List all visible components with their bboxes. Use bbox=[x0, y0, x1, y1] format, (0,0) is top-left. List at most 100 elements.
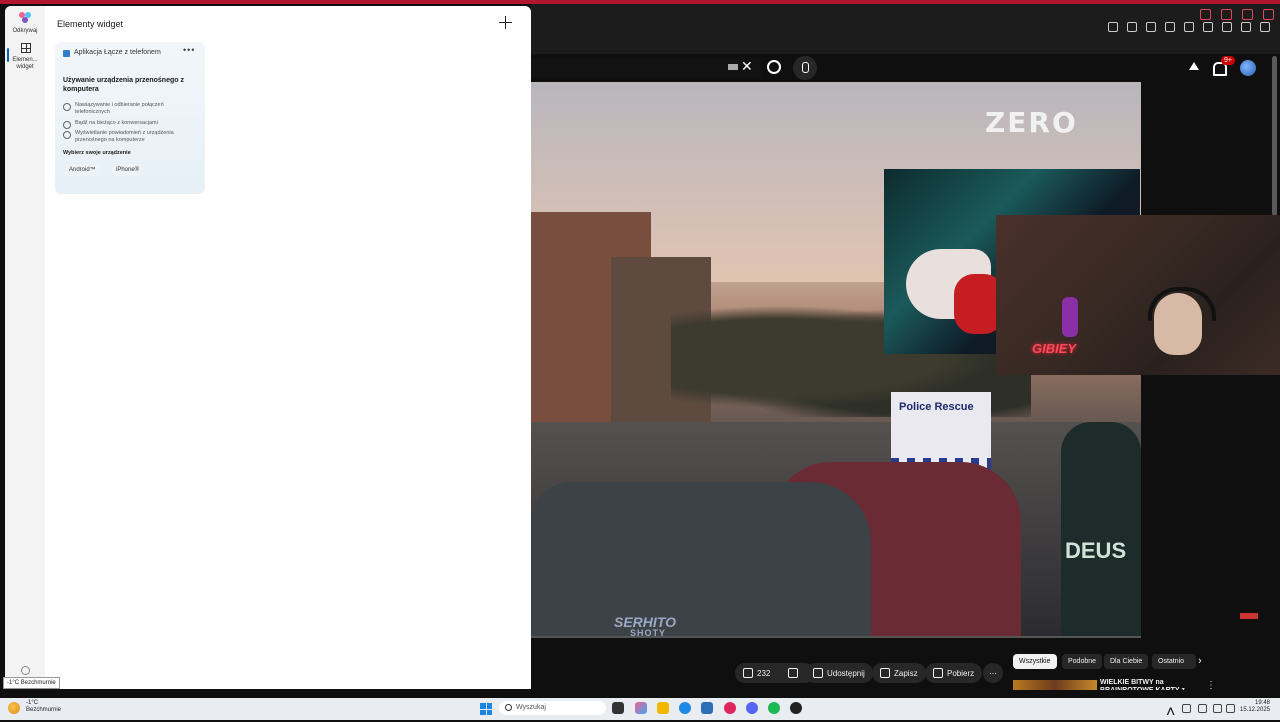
shirt-text: DEUS bbox=[1065, 538, 1127, 563]
temperature: -1°C bbox=[26, 700, 39, 706]
box-icon[interactable] bbox=[1222, 22, 1232, 32]
feature-text: Nawiązywanie i odbieranie połączeń telef… bbox=[75, 102, 164, 115]
chip-related[interactable]: Podobne bbox=[1062, 654, 1103, 669]
phone-link-widget[interactable]: Aplikacja Łącze z telefonem ••• Używanie… bbox=[55, 42, 205, 194]
android-button[interactable]: Android™ bbox=[65, 164, 100, 176]
widget-heading: Używanie urządzenia przenośnego z komput… bbox=[63, 77, 184, 93]
chip-for-you[interactable]: Dla Ciebie bbox=[1104, 654, 1149, 669]
task-view-icon[interactable] bbox=[612, 702, 624, 714]
download-icon[interactable] bbox=[1241, 22, 1251, 32]
youtube-search-input[interactable] bbox=[531, 58, 761, 78]
date: 15.12.2025 bbox=[1240, 707, 1271, 713]
neon-sign: GIBIEY bbox=[1032, 341, 1077, 356]
browser-search-icon[interactable] bbox=[1200, 9, 1211, 20]
message-icon bbox=[63, 121, 71, 129]
discord-icon[interactable] bbox=[746, 702, 758, 714]
opera-gx-icon[interactable] bbox=[724, 702, 736, 714]
network-tray-icon[interactable] bbox=[1182, 704, 1191, 713]
choose-device-label: Wybierz swoje urządzenie bbox=[63, 150, 131, 156]
bookmark-icon[interactable] bbox=[1108, 22, 1118, 32]
more-actions-button[interactable]: ⋯ bbox=[983, 663, 1003, 683]
avatar[interactable] bbox=[1240, 60, 1256, 76]
share-button[interactable]: Udostępnij bbox=[805, 663, 873, 683]
suggestion-menu-icon[interactable]: ⋮ bbox=[1206, 680, 1216, 691]
minimize-icon[interactable] bbox=[1221, 9, 1232, 20]
weather-condition: Bezchmurnie bbox=[26, 707, 62, 713]
download-label: Pobierz bbox=[947, 668, 975, 678]
shield-icon[interactable] bbox=[1146, 22, 1156, 32]
play-icon[interactable] bbox=[1165, 22, 1175, 32]
store-icon[interactable] bbox=[701, 702, 713, 714]
windows-start-icon[interactable] bbox=[480, 703, 492, 715]
weather-icon[interactable] bbox=[8, 702, 20, 714]
page-title: Elementy widget bbox=[57, 19, 124, 29]
window-controls bbox=[1200, 9, 1274, 20]
iphone-button[interactable]: iPhone® bbox=[112, 164, 144, 176]
youtube-header: ✕ 9+ bbox=[531, 54, 1280, 82]
phone-icon bbox=[63, 103, 71, 111]
clear-search-icon[interactable]: ✕ bbox=[741, 58, 753, 75]
live-badge bbox=[1240, 613, 1258, 619]
close-icon[interactable] bbox=[1263, 9, 1274, 20]
widgets-label[interactable]: Elemen... bbox=[5, 57, 45, 64]
chevron-right-icon[interactable]: › bbox=[1198, 655, 1202, 667]
suggestion-title[interactable]: WIELKIE BITWY na BRAINROTOWE KARTY z bbox=[1100, 679, 1190, 690]
weather-widget[interactable]: -1°C Bezchmurnie bbox=[26, 700, 61, 714]
tab-icon[interactable] bbox=[1127, 22, 1137, 32]
display-tray-icon[interactable] bbox=[1213, 704, 1222, 713]
video-person bbox=[1061, 422, 1141, 638]
download-button[interactable]: Pobierz bbox=[925, 663, 983, 683]
widgets-grid-icon[interactable] bbox=[21, 43, 31, 53]
widgets-panel: Odkrywaj Elemen... widget Elementy widge… bbox=[5, 6, 531, 689]
notification-badge: 9+ bbox=[1221, 56, 1235, 65]
like-button[interactable]: 232 bbox=[735, 663, 815, 683]
thumbs-down-icon[interactable] bbox=[788, 668, 799, 678]
video-progress-bar[interactable] bbox=[531, 636, 1141, 638]
chevron-up-icon[interactable]: ˄ bbox=[1166, 704, 1175, 721]
save-icon bbox=[880, 668, 890, 678]
maximize-icon[interactable] bbox=[1242, 9, 1253, 20]
discover-label[interactable]: Odkrywaj bbox=[5, 28, 45, 35]
search-icon bbox=[505, 704, 512, 711]
chat-icon[interactable] bbox=[1203, 22, 1213, 32]
van-label: Police Rescue bbox=[899, 401, 974, 413]
copilot-icon[interactable] bbox=[635, 702, 647, 714]
time: 19:48 bbox=[1254, 700, 1270, 706]
spotify-icon[interactable] bbox=[768, 702, 780, 714]
settings-icon[interactable] bbox=[1260, 22, 1270, 32]
browser-toolbar bbox=[531, 4, 1280, 54]
chip-recent[interactable]: Ostatnio bbox=[1152, 654, 1196, 669]
gear-icon[interactable] bbox=[21, 666, 30, 675]
volume-icon[interactable] bbox=[1226, 704, 1235, 713]
widget-more-icon[interactable]: ••• bbox=[183, 45, 195, 55]
webcam-face bbox=[1154, 293, 1202, 355]
keyboard-icon[interactable] bbox=[728, 64, 738, 70]
webcam-overlay-right: GIBIEY bbox=[996, 215, 1280, 375]
microphone-icon[interactable] bbox=[793, 56, 817, 80]
save-button[interactable]: Zapisz bbox=[872, 663, 926, 683]
taskbar-search-input[interactable]: Wyszukaj bbox=[499, 701, 606, 715]
chip-all[interactable]: Wszystkie bbox=[1013, 654, 1057, 669]
feature-text: Bądź na bieżąco z konwersacjami bbox=[75, 120, 158, 126]
edge-icon[interactable] bbox=[679, 702, 691, 714]
widgets-label-line2[interactable]: widget bbox=[5, 64, 45, 71]
download-icon bbox=[933, 668, 943, 678]
clock[interactable]: 19:48 15.12.2025 bbox=[1240, 700, 1270, 714]
search-icon[interactable] bbox=[767, 60, 781, 74]
sidebar-background bbox=[1141, 375, 1272, 638]
webcam-microphone bbox=[1062, 297, 1078, 337]
feature-text: Wyświetlanie powiadomień z urządzenia pr… bbox=[75, 130, 174, 143]
search-placeholder: Wyszukaj bbox=[516, 704, 546, 711]
discover-icon[interactable] bbox=[19, 12, 31, 24]
create-icon[interactable] bbox=[1189, 62, 1199, 70]
suggestion-thumbnail[interactable] bbox=[1013, 680, 1097, 690]
page-scrollbar[interactable] bbox=[1272, 56, 1277, 216]
obs-icon[interactable] bbox=[790, 702, 802, 714]
heart-icon[interactable] bbox=[1184, 22, 1194, 32]
save-label: Zapisz bbox=[894, 668, 918, 678]
phone-link-icon bbox=[63, 50, 70, 57]
add-widget-icon[interactable] bbox=[498, 15, 514, 31]
file-explorer-icon[interactable] bbox=[657, 702, 669, 714]
microphone-tray-icon[interactable] bbox=[1198, 704, 1207, 713]
weather-tooltip: -1°C Bezchmurnie bbox=[3, 677, 60, 689]
